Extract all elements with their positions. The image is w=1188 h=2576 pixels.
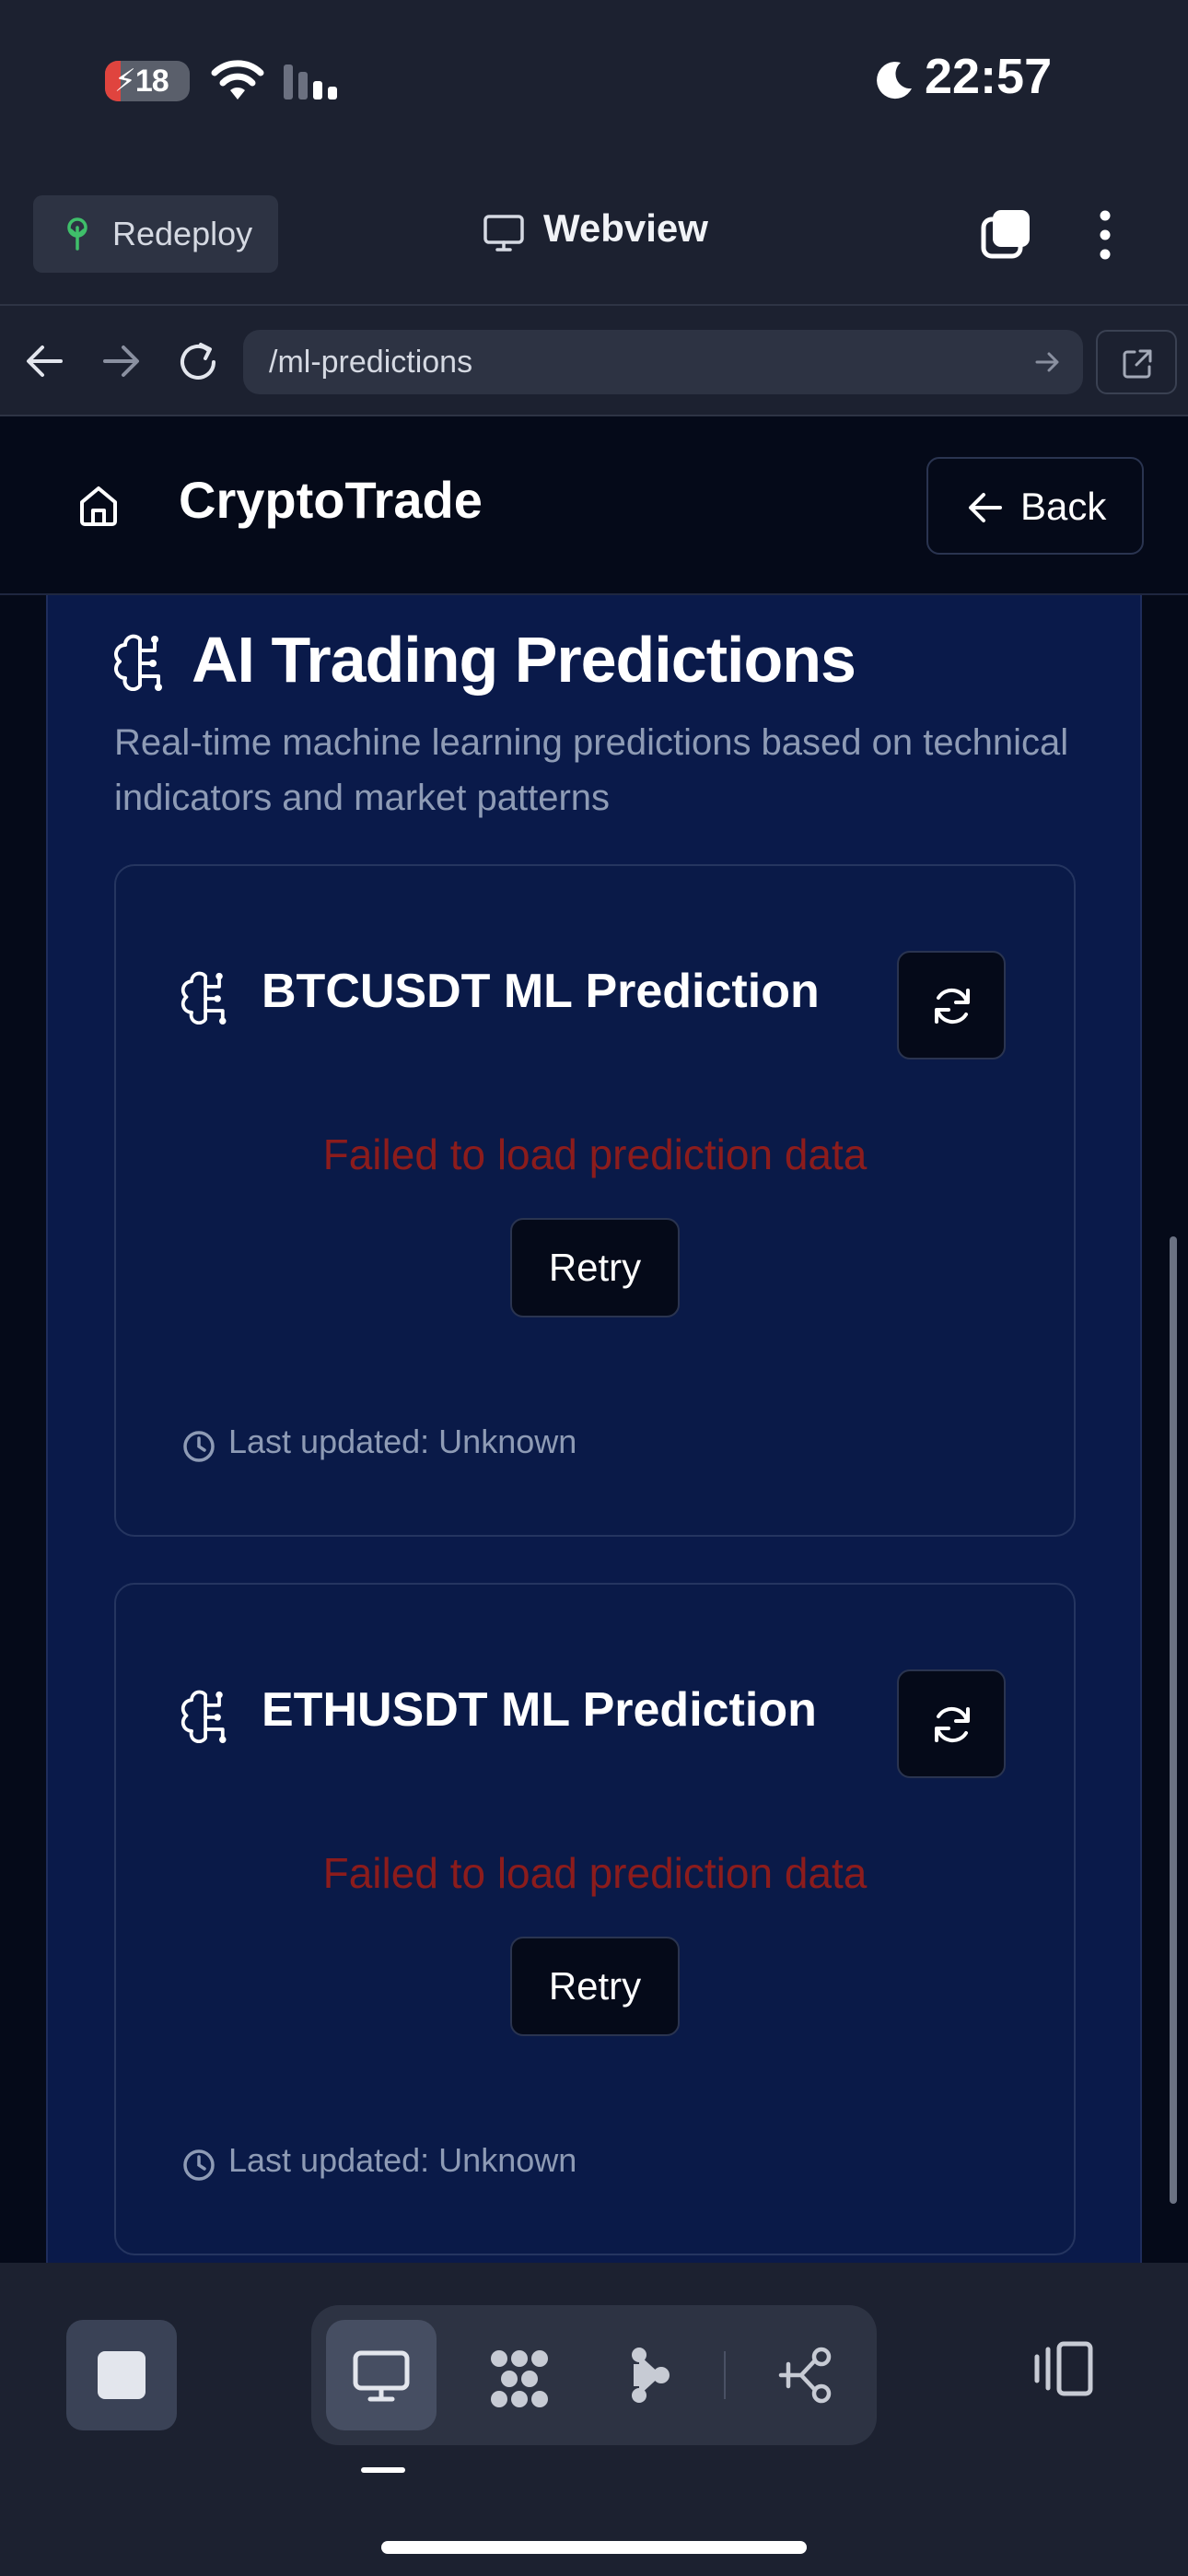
stop-button[interactable] (66, 2320, 177, 2430)
card-title: BTCUSDT ML Prediction (262, 965, 820, 1018)
last-updated-text: Last updated: Unknown (228, 1423, 577, 1460)
retry-button[interactable]: Retry (510, 1937, 680, 2036)
site-title[interactable]: CryptoTrade (179, 470, 483, 530)
webview-tool-button[interactable] (326, 2320, 437, 2430)
more-vertical-icon[interactable] (1094, 206, 1116, 263)
open-external-button[interactable] (1096, 330, 1177, 394)
view-title: Webview (543, 206, 708, 250)
home-icon[interactable] (76, 483, 122, 529)
tree-icon (67, 217, 87, 251)
url-text: /ml-predictions (269, 345, 473, 380)
prediction-card-btcusdt: BTCUSDT ML Prediction Failed to load pre… (114, 864, 1076, 1537)
brain-icon (114, 634, 162, 691)
toolbar-divider (724, 2351, 726, 2399)
dots-grid-icon (491, 2350, 548, 2407)
panel-title: AI Trading Predictions (192, 624, 856, 696)
status-bar: ⚡18 22:57 (0, 0, 1188, 166)
stop-icon (98, 2351, 146, 2399)
scrollbar-thumb[interactable] (1170, 1236, 1177, 2204)
home-indicator[interactable] (381, 2541, 807, 2554)
back-button[interactable]: Back (926, 457, 1144, 555)
git-tool-button[interactable] (751, 2320, 862, 2430)
back-label: Back (1020, 485, 1107, 528)
redeploy-button[interactable]: Redeploy (33, 195, 278, 273)
app-bar: Redeploy Webview (0, 166, 1188, 304)
status-time: 22:57 (925, 49, 1053, 104)
retry-button[interactable]: Retry (510, 1218, 680, 1317)
integrations-tool-button[interactable] (460, 2320, 571, 2430)
refresh-icon (935, 988, 970, 1025)
refresh-button[interactable] (897, 1669, 1006, 1778)
external-link-icon (1123, 349, 1152, 379)
git-branch-icon (778, 2347, 832, 2404)
bottom-toolbar (0, 2263, 1188, 2576)
monitor-icon (483, 215, 524, 252)
view-switcher (311, 2305, 877, 2445)
last-updated-text: Last updated: Unknown (228, 2141, 577, 2179)
go-arrow-icon[interactable] (1035, 350, 1061, 374)
predictions-panel: AI Trading Predictions Real-time machine… (46, 595, 1142, 2263)
prediction-card-ethusdt: ETHUSDT ML Prediction Failed to load pre… (114, 1583, 1076, 2255)
cellular-signal-icon (284, 64, 337, 100)
active-tab-indicator (361, 2467, 405, 2473)
panel-description: Real-time machine learning predictions b… (114, 722, 1069, 818)
refresh-icon (935, 1706, 970, 1743)
clock-icon (183, 1431, 215, 1462)
error-message: Failed to load prediction data (322, 1849, 868, 1897)
moon-icon (877, 62, 912, 100)
arrow-right-icon[interactable] (101, 343, 142, 380)
card-title: ETHUSDT ML Prediction (262, 1683, 817, 1737)
wifi-icon (211, 60, 264, 100)
clock-icon (183, 2149, 215, 2181)
tabs-icon[interactable] (978, 206, 1035, 263)
agent-tool-button[interactable] (595, 2320, 705, 2430)
layout-toggle-icon[interactable] (1028, 2338, 1096, 2399)
play-nodes-icon (632, 2348, 670, 2403)
arrow-left-icon (969, 493, 1002, 522)
reload-icon[interactable] (177, 341, 219, 383)
retry-label: Retry (548, 1246, 642, 1289)
battery-icon: ⚡18 (105, 61, 190, 101)
retry-label: Retry (548, 1964, 642, 2008)
battery-level: ⚡18 (114, 64, 169, 99)
arrow-left-icon[interactable] (24, 343, 64, 380)
brain-icon (181, 1690, 227, 1743)
brain-icon (181, 971, 227, 1025)
monitor-icon (353, 2350, 410, 2402)
redeploy-label: Redeploy (112, 215, 253, 252)
web-page: CryptoTrade Back AI Trading Predictions … (0, 416, 1188, 2263)
site-header: CryptoTrade Back (0, 416, 1188, 595)
url-input[interactable]: /ml-predictions (243, 330, 1083, 394)
error-message: Failed to load prediction data (322, 1130, 868, 1178)
refresh-button[interactable] (897, 951, 1006, 1060)
url-bar-row: /ml-predictions (0, 304, 1188, 416)
